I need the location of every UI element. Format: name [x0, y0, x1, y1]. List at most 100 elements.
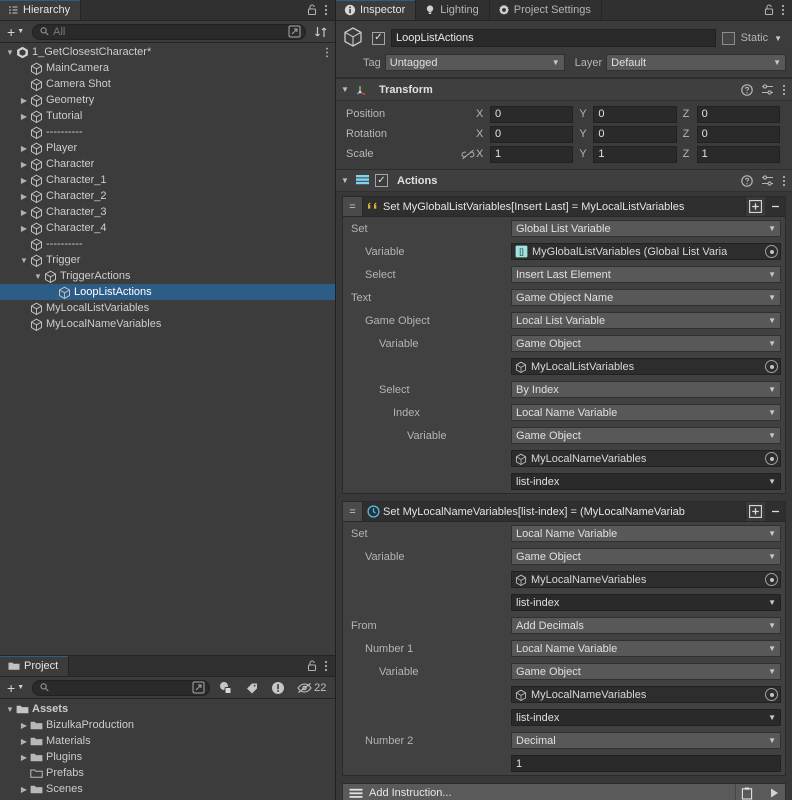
project-item-materials[interactable]: ▶ Materials — [0, 733, 335, 749]
expand-right-icon[interactable]: ▶ — [18, 112, 30, 121]
field-dropdown[interactable]: list-index ▼ — [511, 709, 781, 726]
hierarchy-item-looplistactions[interactable]: LoopListActions — [0, 284, 335, 300]
drag-handle-icon[interactable]: = — [343, 502, 363, 521]
field-dropdown[interactable]: list-index ▼ — [511, 473, 781, 490]
field-object-reference[interactable]: MyLocalNameVariables — [511, 450, 781, 467]
hierarchy-menu-icon[interactable] — [324, 4, 328, 16]
object-picker-icon[interactable] — [765, 573, 778, 586]
tag-dropdown[interactable]: Untagged ▼ — [384, 54, 565, 71]
hierarchy-search-input[interactable]: All — [32, 23, 306, 40]
expand-down-icon[interactable]: ▼ — [32, 272, 44, 281]
lock-icon[interactable] — [764, 4, 774, 16]
inspector-menu-icon[interactable] — [781, 4, 785, 16]
hierarchy-item-menu-icon[interactable] — [325, 47, 329, 58]
field-dropdown[interactable]: Local List Variable ▼ — [511, 312, 781, 329]
project-item-plugins[interactable]: ▶ Plugins — [0, 749, 335, 765]
expand-right-icon[interactable]: ▶ — [18, 208, 30, 217]
expand-right-icon[interactable]: ▶ — [18, 721, 30, 730]
expand-down-icon[interactable]: ▼ — [4, 48, 16, 57]
project-item-prefabs[interactable]: Prefabs — [0, 765, 335, 781]
field-dropdown[interactable]: Game Object ▼ — [511, 335, 781, 352]
field-object-reference[interactable]: MyLocalNameVariables — [511, 686, 781, 703]
static-checkbox[interactable] — [721, 31, 735, 45]
transform-rotation-x-input[interactable]: 0 — [490, 125, 574, 143]
expand-right-icon[interactable]: ▶ — [18, 160, 30, 169]
field-dropdown[interactable]: list-index ▼ — [511, 594, 781, 611]
lock-icon[interactable] — [307, 660, 317, 672]
field-dropdown[interactable]: Add Decimals ▼ — [511, 617, 781, 634]
layer-dropdown[interactable]: Default ▼ — [606, 54, 786, 71]
hierarchy-add-button[interactable]: + ▼ — [3, 23, 28, 40]
hierarchy-item-player[interactable]: ▶ Player — [0, 140, 335, 156]
instruction-remove-button[interactable] — [765, 197, 785, 216]
project-search-input[interactable] — [32, 679, 211, 696]
actions-menu-icon[interactable] — [782, 175, 786, 187]
field-dropdown[interactable]: Game Object ▼ — [511, 548, 781, 565]
field-dropdown[interactable]: Local Name Variable ▼ — [511, 640, 781, 657]
expand-right-icon[interactable]: ▶ — [18, 144, 30, 153]
transform-menu-icon[interactable] — [782, 84, 786, 96]
transform-header[interactable]: ▼ Transform — [336, 79, 792, 101]
project-menu-icon[interactable] — [324, 660, 328, 672]
instruction-header[interactable]: = Set MyGlobalListVariables[Insert Last] … — [343, 197, 785, 217]
transform-scale-z-input[interactable]: 1 — [696, 145, 780, 163]
field-dropdown[interactable]: Decimal ▼ — [511, 732, 781, 749]
instruction-expand-button[interactable] — [745, 502, 765, 521]
actions-enabled-checkbox[interactable]: ✓ — [375, 174, 388, 187]
object-picker-icon[interactable] — [765, 245, 778, 258]
hierarchy-item-1_getclosestcharacter[interactable]: ▼ 1_GetClosestCharacter* — [0, 44, 335, 60]
preset-icon[interactable] — [761, 174, 774, 187]
object-picker-icon[interactable] — [765, 688, 778, 701]
expand-right-icon[interactable]: ▶ — [18, 176, 30, 185]
gameobject-enabled-checkbox[interactable]: ✓ — [372, 31, 385, 45]
add-instruction-bar[interactable]: Add Instruction... — [342, 783, 786, 800]
hidden-assets-indicator[interactable]: 22 — [293, 679, 330, 696]
expand-right-icon[interactable]: ▶ — [18, 753, 30, 762]
transform-position-z-input[interactable]: 0 — [696, 105, 780, 123]
help-icon[interactable] — [741, 174, 753, 187]
object-picker-icon[interactable] — [765, 452, 778, 465]
object-picker-icon[interactable] — [765, 360, 778, 373]
transform-scale-y-input[interactable]: 1 — [593, 145, 677, 163]
instruction-header[interactable]: = Set MyLocalNameVariables[list-index] = … — [343, 502, 785, 522]
hierarchy-item-tutorial[interactable]: ▶ Tutorial — [0, 108, 335, 124]
drag-handle-icon[interactable]: = — [343, 197, 363, 216]
hierarchy-item-character[interactable]: ▶ Character — [0, 156, 335, 172]
field-dropdown[interactable]: Local Name Variable ▼ — [511, 404, 781, 421]
tab-inspector[interactable]: Inspector — [336, 0, 417, 20]
project-tree[interactable]: ▼ Assets ▶ BizulkaProduction ▶ Materials ▶ Plug… — [0, 699, 335, 800]
hierarchy-sort-button[interactable] — [310, 23, 332, 40]
hierarchy-tree[interactable]: ▼ 1_GetClosestCharacter* MainCamera Camera … — [0, 43, 335, 655]
collapse-triangle-icon[interactable]: ▼ — [340, 85, 350, 94]
actions-header[interactable]: ▼ ✓ Actions — [336, 170, 792, 192]
hierarchy-item-mylocalnamevariables[interactable]: MyLocalNameVariables — [0, 316, 335, 332]
expand-down-icon[interactable]: ▼ — [4, 705, 16, 714]
hierarchy-item-character_1[interactable]: ▶ Character_1 — [0, 172, 335, 188]
run-icon[interactable] — [763, 784, 785, 800]
field-dropdown[interactable]: By Index ▼ — [511, 381, 781, 398]
tab-hierarchy[interactable]: Hierarchy — [0, 0, 82, 20]
gameobject-name-input[interactable]: LoopListActions — [391, 29, 716, 47]
project-item-scenes[interactable]: ▶ Scenes — [0, 781, 335, 797]
expand-down-icon[interactable]: ▼ — [18, 256, 30, 265]
field-dropdown[interactable]: Game Object ▼ — [511, 427, 781, 444]
hierarchy-item-mylocallistvariables[interactable]: MyLocalListVariables — [0, 300, 335, 316]
tab-project-settings[interactable]: Project Settings — [490, 0, 602, 20]
expand-right-icon[interactable]: ▶ — [18, 96, 30, 105]
constrain-proportions-icon[interactable] — [460, 149, 476, 160]
project-item-bizulkaproduction[interactable]: ▶ BizulkaProduction — [0, 717, 335, 733]
project-item-assets[interactable]: ▼ Assets — [0, 701, 335, 717]
field-object-reference[interactable]: MyLocalListVariables — [511, 358, 781, 375]
error-filter-button[interactable] — [267, 679, 289, 696]
field-text-input[interactable]: 1 — [511, 755, 781, 772]
hierarchy-item-maincamera[interactable]: MainCamera — [0, 60, 335, 76]
hierarchy-item-[interactable]: ---------- — [0, 124, 335, 140]
field-dropdown[interactable]: Local Name Variable ▼ — [511, 525, 781, 542]
tab-lighting[interactable]: Lighting — [416, 0, 490, 20]
hierarchy-item-camerashot[interactable]: Camera Shot — [0, 76, 335, 92]
transform-position-y-input[interactable]: 0 — [593, 105, 677, 123]
transform-position-x-input[interactable]: 0 — [490, 105, 574, 123]
help-icon[interactable] — [741, 83, 753, 96]
field-dropdown[interactable]: Game Object ▼ — [511, 663, 781, 680]
hierarchy-item-character_4[interactable]: ▶ Character_4 — [0, 220, 335, 236]
